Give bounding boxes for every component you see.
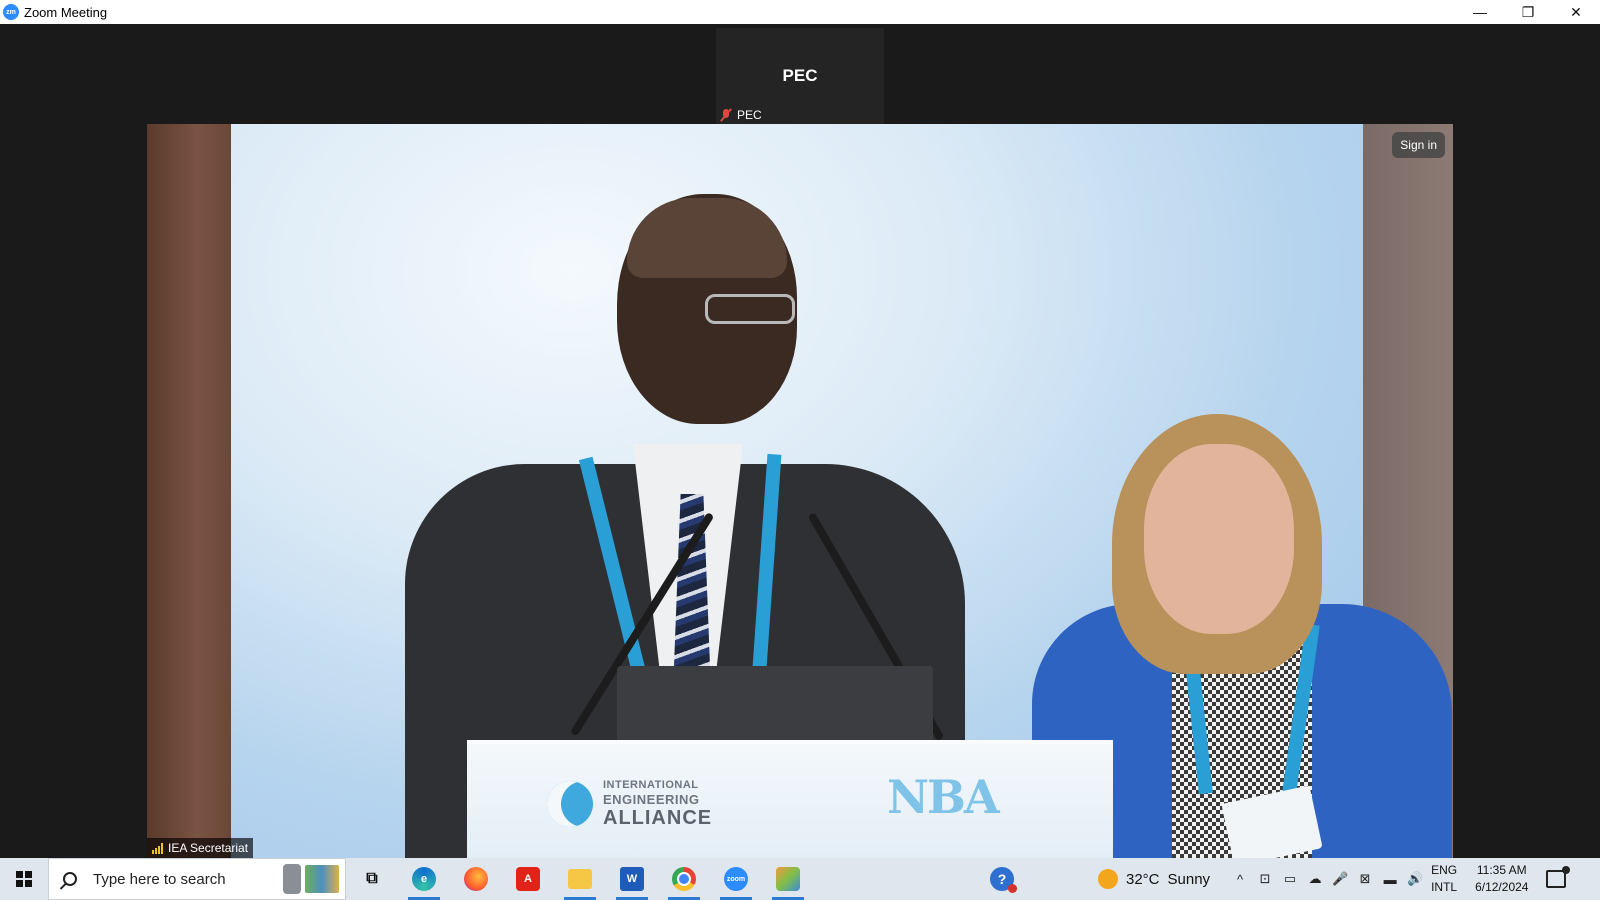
window-title: Zoom Meeting (24, 4, 108, 20)
volume-icon[interactable]: 🔊 (1407, 871, 1423, 887)
battery-icon[interactable]: ▬ (1382, 871, 1398, 887)
taskbar-pinned-apps: ⧉ e A W zoom (346, 858, 814, 900)
participant-thumbnail-pec[interactable]: PEC PEC (716, 28, 884, 124)
sign-in-button[interactable]: Sign in (1392, 132, 1445, 158)
windows-taskbar: Type here to search ⧉ e A W zoom ? 32°C … (0, 858, 1600, 900)
chrome-icon (672, 867, 696, 891)
acrobat-icon: A (516, 867, 540, 891)
taskbar-search-box[interactable]: Type here to search (48, 858, 346, 900)
taskbar-chrome[interactable] (658, 858, 710, 900)
firefox-icon (464, 867, 488, 891)
participant-name-label: PEC (737, 108, 762, 122)
keyboard-layout: INTL (1431, 880, 1458, 894)
task-view-icon: ⧉ (366, 870, 378, 887)
participant-display-name: PEC (782, 66, 818, 85)
weather-widget[interactable]: 32°C Sunny (1098, 869, 1210, 889)
start-button[interactable] (0, 858, 48, 900)
video-background-wall-left (147, 124, 231, 858)
participant-name-tag: PEC (720, 108, 762, 122)
restore-button[interactable]: ❐ (1504, 0, 1552, 24)
weather-temperature: 32°C (1126, 870, 1160, 888)
taskbar-clock[interactable]: 11:35 AM 6/12/2024 (1475, 862, 1528, 897)
minimize-button[interactable]: — (1456, 0, 1504, 24)
windows-logo-icon (16, 871, 32, 887)
system-tray: ^ ⊡ ▭ ☁ 🎤 ⊠ ▬ 🔊 (1232, 871, 1423, 887)
iea-logo-line2: ENGINEERING (603, 792, 700, 807)
display-icon[interactable]: ▭ (1282, 871, 1298, 887)
speaker-scalp (627, 198, 787, 278)
paint-icon (776, 867, 800, 891)
iea-logo: INTERNATIONAL ENGINEERING ALLIANCE (547, 780, 712, 828)
language-code: ENG (1431, 863, 1458, 878)
taskbar-paint[interactable] (762, 858, 814, 900)
iea-swoosh-icon (547, 781, 593, 827)
sun-icon (1098, 869, 1118, 889)
action-center-notification-icon[interactable] (1546, 866, 1571, 888)
word-icon: W (620, 867, 644, 891)
network-icon[interactable]: ⊠ (1357, 871, 1373, 887)
speaker-glasses (705, 294, 795, 324)
iea-logo-text: INTERNATIONAL ENGINEERING ALLIANCE (603, 779, 713, 829)
main-video-feed[interactable]: INTERNATIONAL ENGINEERING ALLIANCE NBA S… (147, 124, 1453, 858)
onedrive-cloud-icon[interactable]: ☁ (1307, 871, 1323, 887)
show-hidden-icons-chevron-icon[interactable]: ^ (1232, 871, 1248, 887)
edge-icon: e (412, 867, 436, 891)
weather-condition: Sunny (1167, 870, 1211, 888)
video-participant-name: IEA Secretariat (168, 841, 249, 855)
taskbar-word[interactable]: W (606, 858, 658, 900)
input-language-indicator[interactable]: ENG INTL (1431, 862, 1457, 896)
taskbar-task-view[interactable]: ⧉ (346, 858, 398, 900)
meet-now-icon[interactable]: ⊡ (1257, 871, 1273, 887)
microphone-icon[interactable]: 🎤 (1332, 871, 1348, 887)
clock-time: 11:35 AM (1476, 862, 1527, 877)
search-placeholder: Type here to search (93, 870, 226, 888)
search-highlight-image (283, 864, 339, 894)
search-icon (63, 872, 77, 886)
signal-strength-icon (152, 842, 163, 854)
iea-logo-line1: INTERNATIONAL (603, 779, 699, 791)
clock-date: 6/12/2024 (1475, 880, 1529, 894)
taskbar-edge[interactable]: e (398, 858, 450, 900)
taskbar-zoom[interactable]: zoom (710, 858, 762, 900)
search-highlight-luggage-icon (283, 864, 301, 894)
window-controls: — ❐ ✕ (1456, 0, 1600, 24)
meeting-area: PEC PEC INTERNATIONAL ENGINEERING ALLIAN… (0, 24, 1600, 858)
nba-logo: NBA (887, 770, 1000, 824)
podium-laptop (617, 666, 933, 746)
file-explorer-icon (568, 869, 592, 889)
taskbar-file-explorer[interactable] (554, 858, 606, 900)
taskbar-firefox[interactable] (450, 858, 502, 900)
window-titlebar: zm Zoom Meeting — ❐ ✕ (0, 0, 1600, 24)
second-person-face (1144, 444, 1294, 634)
video-participant-label: IEA Secretariat (147, 838, 254, 858)
podium: INTERNATIONAL ENGINEERING ALLIANCE NBA (467, 740, 1113, 858)
mic-muted-icon (720, 108, 732, 122)
taskbar-acrobat[interactable]: A (502, 858, 554, 900)
iea-logo-line3: ALLIANCE (603, 807, 713, 829)
zoom-icon: zoom (724, 867, 748, 891)
search-highlight-map-icon (305, 865, 339, 893)
help-notification-icon[interactable]: ? (990, 867, 1017, 893)
close-button[interactable]: ✕ (1552, 0, 1600, 24)
zoom-app-icon: zm (3, 4, 19, 20)
